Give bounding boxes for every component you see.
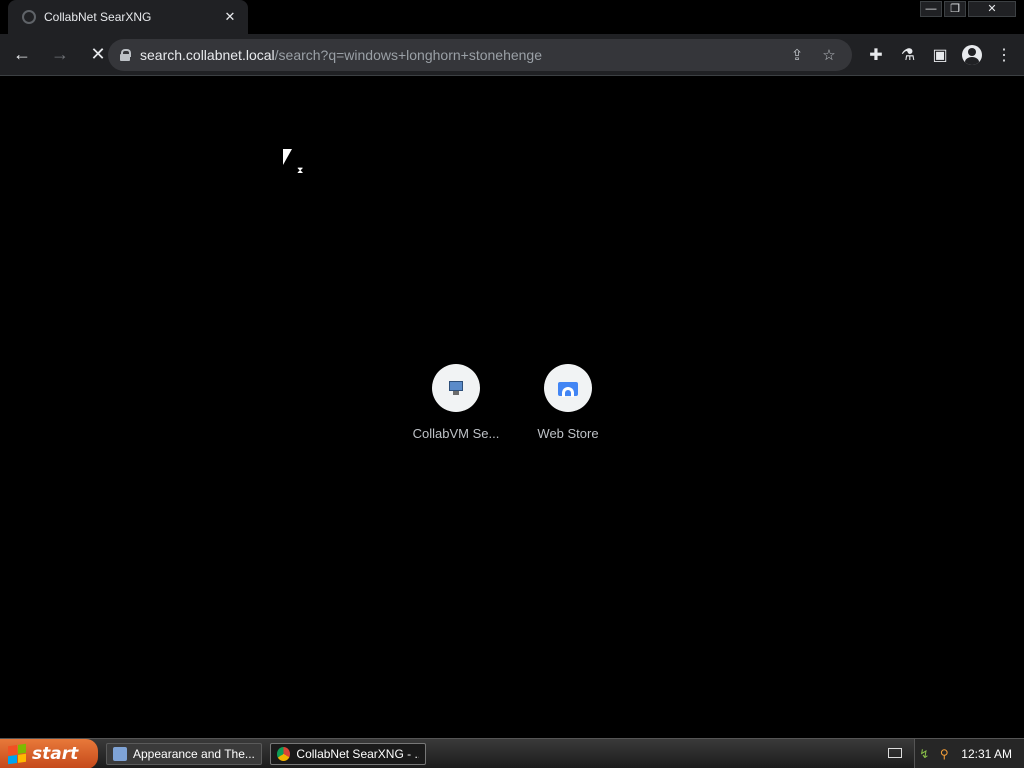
loading-favicon-icon [22, 10, 36, 24]
tab-strip: CollabNet SearXNG ✕ — ❐ ✕ [0, 0, 1024, 34]
chrome-icon [277, 746, 291, 761]
collabvm-icon [447, 379, 465, 397]
shortcut-label: Web Store [537, 426, 599, 441]
menu-icon[interactable]: ⋮ [990, 39, 1018, 71]
minimize-button[interactable]: — [920, 1, 942, 17]
side-panel-icon[interactable]: ▣ [926, 39, 954, 71]
taskbar-item-label: Appearance and The... [133, 746, 255, 761]
shortcut-tile [432, 364, 480, 412]
search-icon[interactable]: ⚲ [937, 747, 951, 761]
toolbar-actions: ✚ ⚗ ▣ ⋮ [862, 39, 1018, 71]
taskbar-item-appearance[interactable]: Appearance and The... [106, 742, 262, 765]
tab-title: CollabNet SearXNG [44, 10, 152, 24]
share-icon[interactable]: ⇪ [784, 42, 810, 68]
window-close-button[interactable]: ✕ [968, 1, 1016, 17]
keyboard-language-icon[interactable] [888, 748, 902, 758]
browser-tab[interactable]: CollabNet SearXNG ✕ [8, 0, 248, 34]
start-label: start [32, 743, 79, 764]
mouse-pointer-icon [283, 149, 292, 165]
bookmark-star-icon[interactable]: ☆ [816, 42, 842, 68]
profile-button[interactable] [958, 39, 986, 71]
windows-flag-icon [8, 743, 26, 764]
start-button[interactable]: start [0, 738, 98, 768]
lock-icon[interactable] [120, 49, 131, 61]
address-bar[interactable]: search.collabnet.local/search?q=windows+… [108, 39, 852, 71]
clock[interactable]: 12:31 AM [961, 747, 1012, 761]
labs-flask-icon[interactable]: ⚗ [894, 39, 922, 71]
back-button[interactable]: ← [6, 39, 38, 71]
page-content: CollabVM Se... Web Store [0, 77, 1024, 738]
shortcut-web-store[interactable]: Web Store [512, 364, 624, 441]
shortcut-collabvm[interactable]: CollabVM Se... [400, 364, 512, 441]
avatar-icon [962, 45, 982, 65]
browser-toolbar: ← → ✕ search.collabnet.local/search?q=wi… [0, 34, 1024, 76]
url-path: /search?q=windows+longhorn+stonehenge [274, 47, 543, 63]
control-panel-icon [113, 746, 127, 761]
url-text[interactable]: search.collabnet.local/search?q=windows+… [140, 47, 778, 63]
taskbar: start Appearance and The... CollabNet Se… [0, 738, 1024, 768]
extensions-icon[interactable]: ✚ [862, 39, 890, 71]
hourglass-icon: ⧗ [297, 165, 304, 175]
taskbar-item-label: CollabNet SearXNG - ... [296, 746, 419, 761]
shortcut-tile [544, 364, 592, 412]
restore-button[interactable]: ❐ [944, 1, 966, 17]
web-store-icon [557, 378, 579, 398]
system-tray: ↯ ⚲ 12:31 AM [914, 739, 1024, 768]
tab-close-icon[interactable]: ✕ [222, 9, 238, 25]
window-controls: — ❐ ✕ [920, 1, 1016, 17]
taskbar-item-browser[interactable]: CollabNet SearXNG - ... [270, 742, 426, 765]
network-icon[interactable]: ↯ [917, 747, 931, 761]
url-host: search.collabnet.local [140, 47, 275, 63]
shortcut-label: CollabVM Se... [412, 426, 500, 441]
forward-button[interactable]: → [44, 39, 76, 71]
